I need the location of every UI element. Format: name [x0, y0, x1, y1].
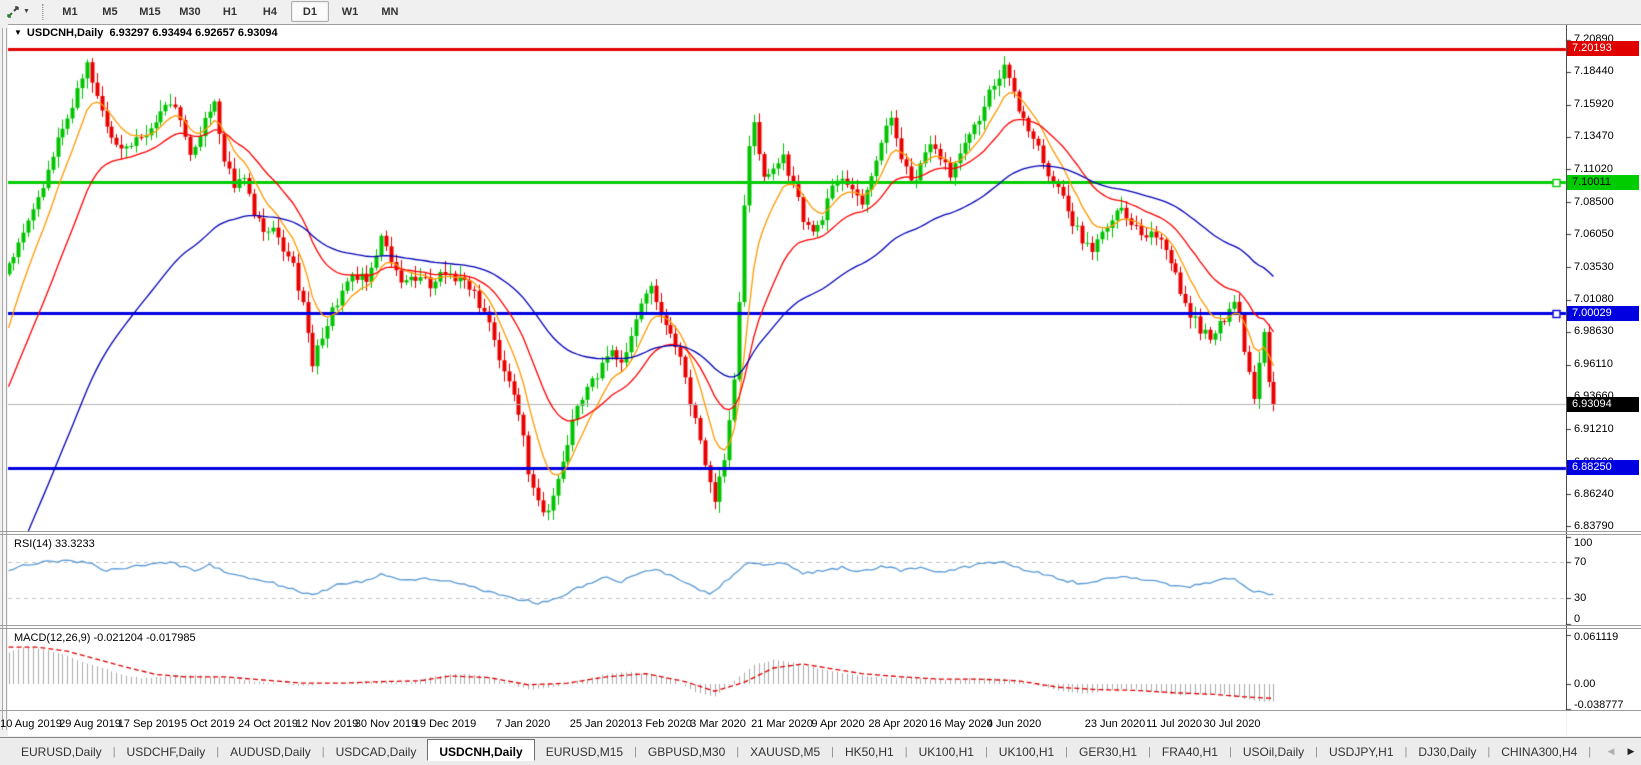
rsi-axis-tick-label: 100	[1574, 537, 1592, 549]
date-axis-label: 16 May 2020	[929, 718, 993, 730]
date-axis-label: 11 Jul 2020	[1146, 718, 1202, 730]
date-axis-label: 24 Oct 2019	[238, 718, 298, 730]
price-badge-hline: 7.10011	[1567, 175, 1639, 190]
tab-eurusd-m15[interactable]: EURUSD,M15	[535, 741, 634, 763]
rsi-axis-tick-label: 0	[1574, 613, 1580, 625]
date-axis-label: 29 Aug 2019	[59, 718, 121, 730]
macd-indicator-label: MACD(12,26,9) -0.021204 -0.017985	[14, 632, 196, 644]
tab-uk100-h1[interactable]: UK100,H1	[908, 741, 985, 763]
tab-usdcnh-daily[interactable]: USDCNH,Daily	[427, 739, 534, 761]
price-axis-tick-label: 6.96110	[1574, 358, 1613, 370]
price-badge-hline: 7.00029	[1567, 306, 1639, 321]
tab-fra40-h1[interactable]: FRA40,H1	[1151, 741, 1229, 763]
chart-canvas[interactable]	[0, 0, 1641, 764]
tab-dj30-daily[interactable]: DJ30,Daily	[1407, 741, 1487, 763]
chart-ohlc-values: 6.93297 6.93494 6.92657 6.93094	[109, 27, 277, 39]
tab-usdchf-daily[interactable]: USDCHF,Daily	[116, 741, 217, 763]
price-axis-tick-label: 7.11020	[1574, 163, 1613, 175]
rsi-axis-tick-label: 70	[1574, 556, 1586, 568]
tab-xauusd-m5[interactable]: XAUUSD,M5	[739, 741, 831, 763]
date-axis-label: 25 Jan 2020	[570, 718, 631, 730]
price-axis-tick-label: 7.18440	[1574, 65, 1614, 77]
price-axis-tick-label: 7.08500	[1574, 196, 1614, 208]
date-axis-label: 28 Apr 2020	[868, 718, 927, 730]
price-badge-hline: 7.20193	[1567, 41, 1639, 56]
price-axis-tick-label: 6.91210	[1574, 423, 1614, 435]
date-axis-label: 5 Oct 2019	[181, 718, 235, 730]
tab-hk50-h1[interactable]: HK50,H1	[834, 741, 905, 763]
date-axis-label: 23 Jun 2020	[1085, 718, 1146, 730]
price-axis-tick-label: 7.01080	[1574, 293, 1614, 305]
price-axis-tick-label: 7.06050	[1574, 228, 1614, 240]
tab-scroll-arrows: ◀ ▶	[1601, 738, 1641, 764]
date-axis-label: 30 Jul 2020	[1204, 718, 1261, 730]
macd-axis-tick-label: 0.061119	[1574, 631, 1618, 643]
date-axis-label: 21 Mar 2020	[751, 718, 813, 730]
date-axis-label: 3 Mar 2020	[690, 718, 746, 730]
chart-title: ▼ USDCNH,Daily 6.93297 6.93494 6.92657 6.…	[14, 27, 278, 39]
price-axis-tick-label: 6.86240	[1574, 488, 1614, 500]
macd-axis-tick-label: 0.00	[1574, 678, 1595, 690]
tab-audusd-daily[interactable]: AUDUSD,Daily	[219, 741, 322, 763]
tab-usdcad-daily[interactable]: USDCAD,Daily	[325, 741, 428, 763]
tab-scroll-right-icon[interactable]: ▶	[1628, 746, 1635, 757]
tab-usdjpy-h1[interactable]: USDJPY,H1	[1318, 741, 1404, 763]
price-axis-tick-label: 6.83790	[1574, 520, 1614, 532]
price-axis-tick-label: 7.13470	[1574, 130, 1614, 142]
price-badge-current: 6.93094	[1567, 397, 1639, 412]
rsi-indicator-label: RSI(14) 33.3233	[14, 538, 95, 550]
tab-scroll-left-icon[interactable]: ◀	[1608, 746, 1615, 757]
tab-uk100-h1[interactable]: UK100,H1	[988, 741, 1065, 763]
macd-axis-tick-label: -0.038777	[1574, 699, 1624, 711]
date-axis-label: 12 Nov 2019	[296, 718, 358, 730]
chart-title-caret-icon[interactable]: ▼	[14, 28, 22, 37]
date-axis-label: 10 Aug 2019	[0, 718, 62, 730]
chart-tab-bar: EURUSD,Daily|USDCHF,Daily|AUDUSD,Daily|U…	[0, 737, 1641, 765]
date-axis-label: 17 Sep 2019	[118, 718, 180, 730]
date-axis-label: 7 Jan 2020	[496, 718, 550, 730]
tab-usoil-daily[interactable]: USOil,Daily	[1232, 741, 1315, 763]
price-axis-tick-label: 6.98630	[1574, 325, 1614, 337]
chart-symbol-label: USDCNH,Daily	[27, 27, 103, 39]
date-axis-label: 19 Dec 2019	[414, 718, 476, 730]
date-axis-label: 13 Feb 2020	[630, 718, 692, 730]
price-badge-hline: 6.88250	[1567, 460, 1639, 475]
tab-china300-h4[interactable]: CHINA300,H4	[1490, 741, 1588, 763]
date-axis-label: 9 Apr 2020	[811, 718, 864, 730]
tab-ger30-h1[interactable]: GER30,H1	[1068, 741, 1148, 763]
price-axis-tick-label: 7.15920	[1574, 98, 1614, 110]
rsi-axis-tick-label: 30	[1574, 592, 1586, 604]
tab-gbpusd-m30[interactable]: GBPUSD,M30	[637, 741, 736, 763]
tab-eurusd-daily[interactable]: EURUSD,Daily	[10, 741, 113, 763]
date-axis-label: 4 Jun 2020	[987, 718, 1041, 730]
date-axis-label: 30 Nov 2019	[355, 718, 417, 730]
price-axis-tick-label: 7.03530	[1574, 261, 1614, 273]
